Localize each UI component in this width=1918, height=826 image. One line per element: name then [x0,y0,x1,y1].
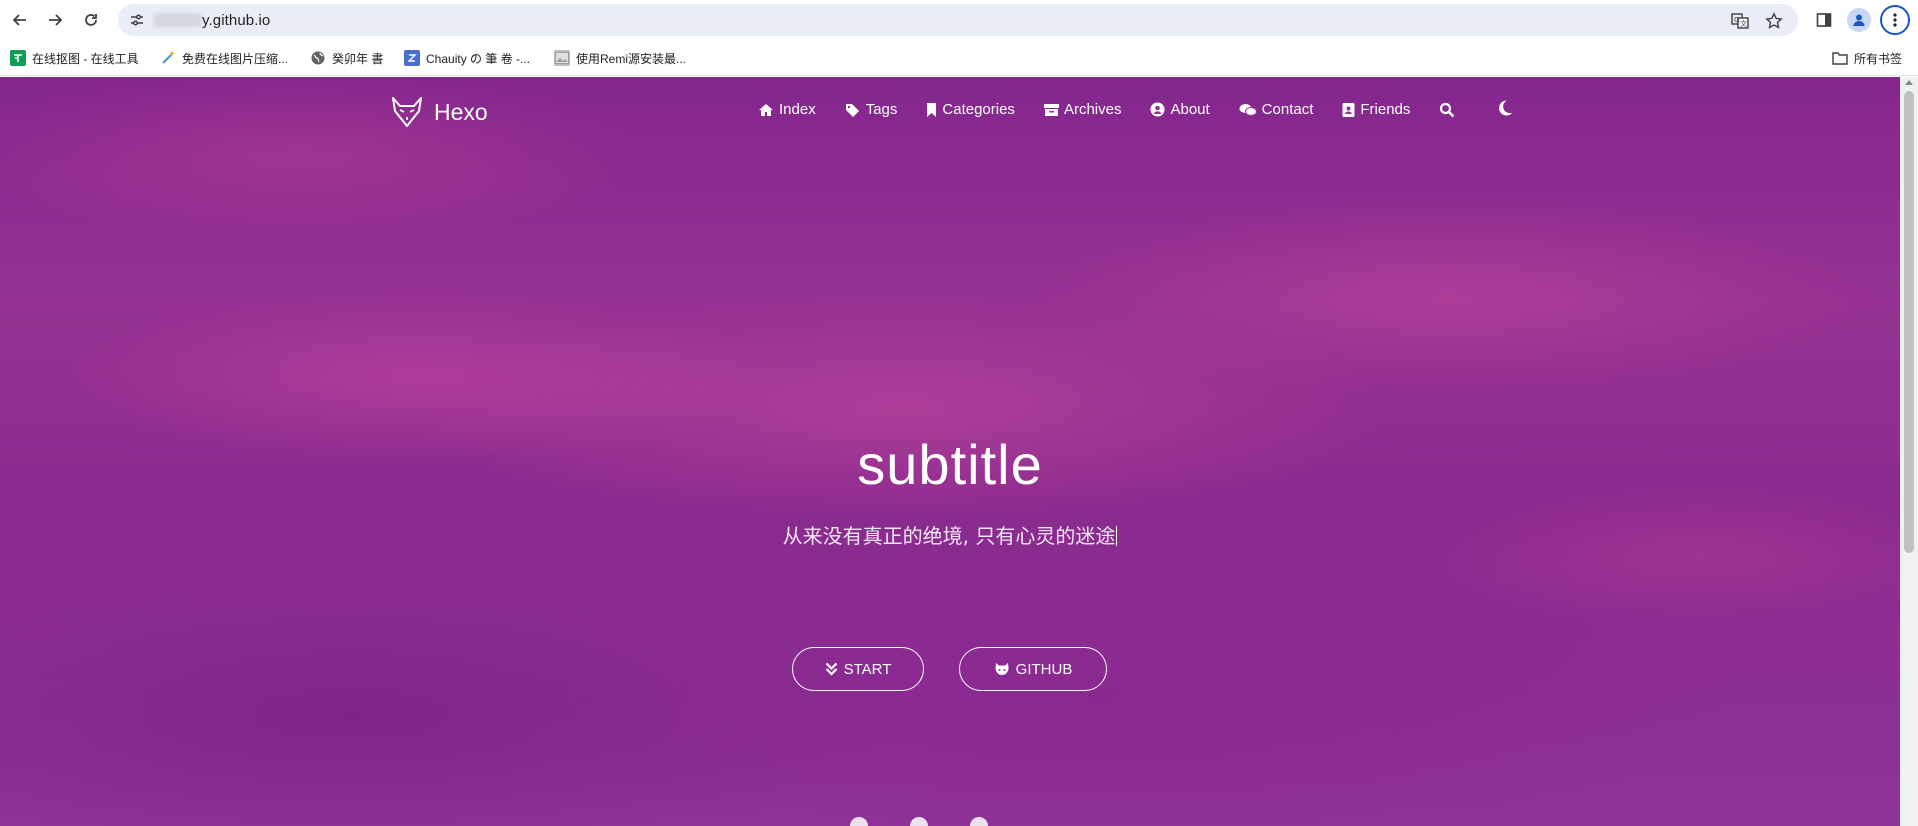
browser-toolbar: y.github.io G文 [0,0,1918,40]
sheet-icon [10,50,26,66]
github-label: GITHUB [1015,660,1073,678]
hero-banner: Hexo Index Tags Categories Archives Abou… [0,77,1900,826]
nav-label: Archives [1063,101,1122,118]
svg-text:文: 文 [1740,19,1747,28]
archive-icon [1043,103,1059,116]
reload-icon [85,14,97,26]
bookmark-label: 免费在线图片压缩... [182,51,289,66]
user-circle-icon [1150,102,1165,117]
nav-label: Categories [942,101,1015,118]
folder-icon [1832,50,1848,66]
comments-icon [1239,103,1257,116]
arrow-right-icon [49,14,63,26]
github-icon [995,663,1009,675]
bookmark-item[interactable]: 免费在线图片压缩... [160,49,288,67]
nav-archives[interactable]: Archives [1043,101,1122,118]
reload-button[interactable] [78,7,104,33]
slogan-text: 从来没有真正的绝境, 只有心灵的迷途 [782,524,1116,548]
address-book-icon [1342,102,1355,117]
start-button[interactable]: START [792,647,924,691]
back-button[interactable] [7,7,33,33]
bookmarks-bar: 在线抠图 - 在线工具 免费在线图片压缩... 癸卯年 書 Chauity の … [0,40,1918,76]
start-label: START [843,660,892,678]
page-viewport: Hexo Index Tags Categories Archives Abou… [0,77,1918,826]
angle-double-down-icon [825,662,837,676]
scroll-up-arrow-icon[interactable] [1905,80,1913,85]
bookmark-label: 在线抠图 - 在线工具 [32,51,139,66]
moon-icon [1499,99,1513,115]
profile-button[interactable] [1847,8,1871,32]
brand-name: Hexo [434,98,488,125]
nav-index[interactable]: Index [758,101,816,118]
github-button[interactable]: GITHUB [959,647,1107,691]
below-fold-content [850,817,1050,826]
fox-logo-icon [390,95,424,129]
site-settings-icon[interactable] [128,11,146,29]
bookmark-item[interactable]: 在线抠图 - 在线工具 [10,49,139,67]
dark-mode-toggle[interactable] [1496,99,1514,117]
scrollbar-thumb[interactable] [1904,91,1914,553]
bookmark-star-icon[interactable] [1764,11,1784,31]
magic-wand-icon [160,50,176,66]
all-bookmarks-button[interactable]: 所有书签 [1832,49,1902,67]
more-vertical-icon [1893,13,1897,27]
brand-link[interactable]: Hexo [390,95,488,129]
svg-text:G: G [1734,16,1739,24]
globe-icon [310,50,326,66]
url-redacted [154,13,202,27]
person-icon [1853,14,1865,26]
nav-categories[interactable]: Categories [926,101,1015,118]
nav-label: Tags [865,101,898,118]
site-menu: Index Tags Categories Archives About Con… [758,99,1514,118]
nav-friends[interactable]: Friends [1342,101,1410,118]
hero-slogan: 从来没有真正的绝境, 只有心灵的迷途 [0,520,1900,549]
nav-label: Index [779,101,816,118]
bookmark-item[interactable]: 癸卯年 書 [310,49,383,67]
all-bookmarks-label: 所有书签 [1854,51,1903,66]
bookmark-icon [927,102,937,117]
tags-icon [845,103,859,117]
forward-button[interactable] [42,7,68,33]
nav-label: Friends [1360,101,1411,118]
nav-tags[interactable]: Tags [845,101,898,118]
arrow-left-icon [12,14,26,26]
url-text: y.github.io [202,12,271,29]
translate-icon[interactable]: G文 [1730,11,1750,31]
side-panel-button[interactable] [1812,8,1836,32]
home-icon [759,103,773,116]
site-navbar: Hexo Index Tags Categories Archives Abou… [0,77,1900,147]
bookmark-label: 癸卯年 書 [332,51,384,66]
hero-title: subtitle [857,433,1043,496]
nav-label: Contact [1261,101,1314,118]
nav-label: About [1170,101,1210,118]
image-icon [554,50,570,66]
browser-menu-button[interactable] [1880,5,1910,35]
typing-cursor [1116,526,1118,546]
bookmark-item[interactable]: Chauity の 筆 卷 -... [404,49,530,67]
nav-about[interactable]: About [1150,101,1210,118]
side-panel-icon [1816,13,1832,27]
bookmark-label: 使用Remi源安装最... [576,51,687,66]
search-icon [1440,102,1455,117]
page-scrollbar[interactable] [1900,77,1918,826]
search-button[interactable] [1439,102,1455,118]
address-bar[interactable]: y.github.io G文 [118,4,1798,36]
bookmark-label: Chauity の 筆 卷 -... [426,51,531,66]
letter-z-icon [404,50,420,66]
nav-contact[interactable]: Contact [1239,101,1314,118]
bookmark-item[interactable]: 使用Remi源安装最... [554,49,686,67]
